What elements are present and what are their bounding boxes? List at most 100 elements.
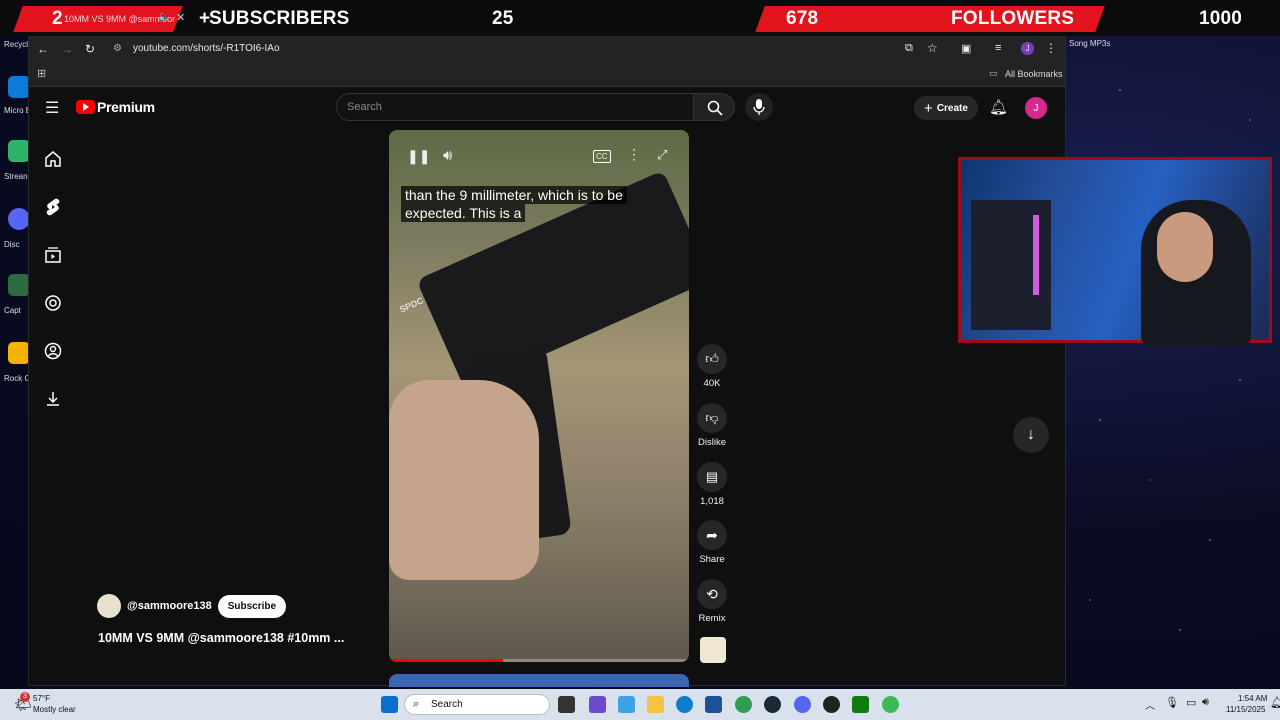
video-caption: than the 9 millimeter, which is to be ex… <box>401 186 673 222</box>
like-action[interactable]: 👍︎ 40K <box>697 344 727 389</box>
notifications-bell-icon[interactable]: 🔔︎ <box>989 98 1008 116</box>
like-count: 40K <box>703 378 721 389</box>
store-icon[interactable] <box>705 696 722 713</box>
channel-avatar[interactable] <box>97 594 121 618</box>
microphone-icon <box>753 99 765 115</box>
tray-mic-icon[interactable]: 🎙︎ <box>1165 696 1179 709</box>
next-short-preview[interactable] <box>389 674 689 687</box>
remix-button[interactable]: ⟲ <box>697 579 727 609</box>
taskbar-search-label: Search <box>431 699 463 710</box>
youtube-premium-logo[interactable]: Premium <box>97 99 155 115</box>
capture-desktop-icon[interactable] <box>8 274 30 296</box>
notifications-icon[interactable]: 🔔︎ <box>1270 696 1280 709</box>
comments-action[interactable]: ▤ 1,018 <box>697 462 727 507</box>
chrome-icon[interactable] <box>735 696 752 713</box>
short-video-player[interactable]: SPDC ❚❚ 🔊︎ CC ⋮ ⤢ than the 9 millimeter,… <box>389 130 689 662</box>
reload-icon[interactable]: ↻ <box>85 42 95 56</box>
search-button[interactable] <box>693 93 735 121</box>
hamburger-menu-icon[interactable]: ☰ <box>45 98 59 118</box>
network-icon[interactable]: ▭ <box>1186 696 1196 709</box>
channel-name[interactable]: @sammoore138 <box>127 600 212 612</box>
clock-date[interactable]: 11/15/2025 <box>1226 705 1265 714</box>
fullscreen-icon[interactable]: ⤢ <box>657 147 667 163</box>
discord-desktop-icon[interactable] <box>8 208 30 230</box>
all-bookmarks-link[interactable]: All Bookmarks <box>1005 69 1063 79</box>
account-circle-icon[interactable] <box>43 341 63 361</box>
taskbar-search-box[interactable]: ⌕ Search <box>404 694 550 715</box>
webcam-rgb-strip <box>1033 215 1039 295</box>
dislike-button[interactable]: 👎︎ <box>697 403 727 433</box>
next-short-button[interactable]: ↓ <box>1013 417 1049 453</box>
home-icon[interactable] <box>43 149 63 169</box>
apps-grid-icon[interactable]: ⊞ <box>37 67 46 80</box>
webcam-pc-case <box>971 200 1051 330</box>
stream-overlay-bar: 2 10MM VS 9MM @sammoor 🔈 ✕ + SUBSCRIBERS… <box>0 0 1280 36</box>
channel-row: @sammoore138 Subscribe <box>97 594 287 618</box>
back-icon[interactable]: ← <box>37 42 49 56</box>
split-view-icon[interactable]: ▣ <box>961 42 971 55</box>
install-icon[interactable]: ⧉ <box>905 42 913 55</box>
account-avatar[interactable]: J <box>1025 97 1047 119</box>
profile-avatar-icon[interactable]: J <box>1021 42 1034 55</box>
you-channel-icon[interactable] <box>43 293 63 313</box>
cc-icon[interactable]: CC <box>593 150 611 163</box>
weather-badge: 3 <box>20 692 30 702</box>
youtube-logo-icon[interactable] <box>76 100 95 114</box>
url-field[interactable]: youtube.com/shorts/-R1TOI6-IAo <box>133 43 280 54</box>
tab-audio-icon[interactable]: 🔈 <box>158 12 170 23</box>
task-view-icon[interactable] <box>558 696 575 713</box>
start-menu-icon[interactable] <box>381 696 398 713</box>
share-button[interactable]: ➦ <box>697 520 727 550</box>
browser-menu-icon[interactable]: ⋮ <box>1045 41 1057 55</box>
folder-icon: ▭ <box>989 68 998 78</box>
like-button[interactable]: 👍︎ <box>697 344 727 374</box>
search-input[interactable]: Search <box>336 93 694 121</box>
short-title[interactable]: 10MM VS 9MM @sammoore138 #10mm ... <box>98 631 344 645</box>
pause-icon[interactable]: ❚❚ <box>407 148 430 165</box>
pistol-marking: SPDC <box>398 295 425 315</box>
subscriptions-icon[interactable] <box>43 245 63 265</box>
rockstar-desktop-icon[interactable] <box>8 342 30 364</box>
video-progress-bar[interactable] <box>389 659 689 662</box>
xbox-icon[interactable] <box>852 696 869 713</box>
app-green-icon[interactable] <box>882 696 899 713</box>
tray-chevron-icon[interactable]: ︿ <box>1145 697 1155 712</box>
sound-thumbnail[interactable] <box>700 637 726 663</box>
subscribe-button[interactable]: Subscribe <box>217 594 287 618</box>
edge-taskbar-icon[interactable] <box>676 696 693 713</box>
overlay-tab-number: 2 <box>52 8 63 29</box>
steam-icon[interactable] <box>764 696 781 713</box>
dislike-action[interactable]: 👎︎ Dislike <box>697 403 727 448</box>
shorts-icon[interactable] <box>43 197 63 217</box>
comments-button[interactable]: ▤ <box>697 462 727 492</box>
browser-window: ← → ↻ ⚙ youtube.com/shorts/-R1TOI6-IAo ⧉… <box>28 36 1066 687</box>
remix-action[interactable]: ⟲ Remix <box>697 579 727 624</box>
site-info-icon[interactable]: ⚙ <box>113 43 122 54</box>
share-arrow-icon: ➦ <box>706 526 718 543</box>
edge-desktop-icon[interactable] <box>8 76 30 98</box>
windows-taskbar: 🌤︎ 3 57°F Mostly clear ⌕ Search ︿ 🎙︎ ▭ 🔊… <box>0 689 1280 720</box>
remix-icon: ⟲ <box>706 585 718 602</box>
dislike-label: Dislike <box>698 437 726 448</box>
volume-icon[interactable]: 🔊︎ <box>443 147 452 164</box>
caption-line-1: than the 9 millimeter, which is to be <box>401 186 627 204</box>
file-explorer-icon[interactable] <box>647 696 664 713</box>
volume-tray-icon[interactable]: 🔊︎ <box>1202 696 1209 709</box>
desktop-label-capture: Capt <box>4 306 21 315</box>
forward-icon[interactable]: → <box>61 42 73 56</box>
bookmark-star-icon[interactable]: ☆ <box>927 41 938 55</box>
voice-search-button[interactable] <box>745 93 773 121</box>
copilot-icon[interactable] <box>618 696 635 713</box>
desktop-label-discord: Disc <box>4 240 20 249</box>
obs-icon[interactable] <box>823 696 840 713</box>
reading-list-icon[interactable]: ≡ <box>995 42 1001 54</box>
more-options-icon[interactable]: ⋮ <box>627 146 641 163</box>
downloads-icon[interactable] <box>43 389 63 409</box>
tab-close-icon[interactable]: ✕ <box>176 11 185 24</box>
discord-taskbar-icon[interactable] <box>794 696 811 713</box>
share-action[interactable]: ➦ Share <box>697 520 727 565</box>
create-button[interactable]: + Create <box>914 96 978 120</box>
streamdeck-desktop-icon[interactable] <box>8 140 30 162</box>
teams-icon[interactable] <box>589 696 606 713</box>
clock-time[interactable]: 1:54 AM <box>1238 694 1267 703</box>
